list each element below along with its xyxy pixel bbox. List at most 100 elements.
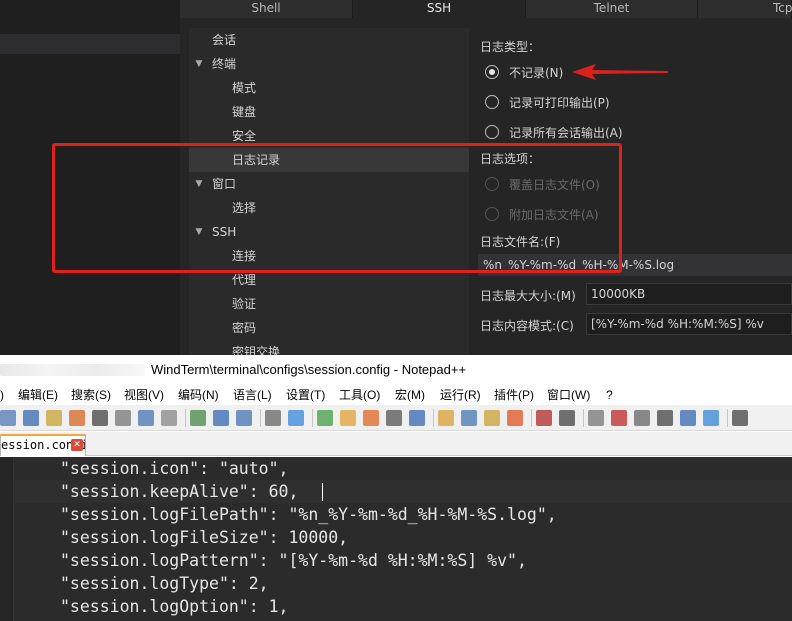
- editor-gutter: [0, 457, 14, 621]
- tree-item[interactable]: 模式: [189, 76, 469, 100]
- tree-item-label: 密码: [232, 321, 257, 335]
- tree-item[interactable]: 键盘: [189, 100, 469, 124]
- sync-v-icon[interactable]: [363, 410, 379, 426]
- tree-item[interactable]: 会话: [189, 28, 469, 52]
- print-icon[interactable]: [115, 410, 131, 426]
- tree-item-label: 键盘: [232, 105, 257, 119]
- session-sidebar-selected-row[interactable]: [0, 34, 180, 54]
- tree-item-label: 终端: [212, 57, 237, 71]
- code-line: "session.logPattern": "[%Y-%m-%d %H:%M:%…: [60, 551, 527, 570]
- menu-view[interactable]: 视图(V): [124, 385, 164, 405]
- play-icon[interactable]: [634, 410, 650, 426]
- menu-file-partial[interactable]: ): [0, 385, 4, 405]
- tree-item-label: 验证: [232, 297, 257, 311]
- code-line: "session.keepAlive": 60,: [60, 482, 299, 501]
- tree-item-label: 密钥交换: [232, 345, 281, 355]
- log-pattern-label: 日志内容模式:(C): [480, 319, 574, 333]
- red-highlight-box: [52, 143, 622, 273]
- replace-icon[interactable]: [288, 410, 304, 426]
- code-line: "session.icon": "auto",: [60, 459, 289, 478]
- log-type-label: 日志类型：: [480, 40, 541, 54]
- terminal-icon[interactable]: [732, 410, 748, 426]
- close-all-icon[interactable]: [92, 410, 108, 426]
- menu-edit[interactable]: 编辑(E): [18, 385, 58, 405]
- wrap-icon[interactable]: [409, 410, 425, 426]
- stop-icon[interactable]: [611, 410, 627, 426]
- menu-encoding[interactable]: 编码(N): [178, 385, 219, 405]
- zoom-in-icon[interactable]: [317, 410, 333, 426]
- undo-icon[interactable]: [213, 410, 229, 426]
- notepad-window: WindTerm\terminal\configs\session.config…: [0, 355, 792, 621]
- folder-icon[interactable]: [536, 410, 552, 426]
- play-multi-icon[interactable]: [657, 410, 673, 426]
- blurred-path-region: [0, 364, 145, 376]
- radio-log-printable-label: 记录可打印输出(P): [509, 96, 610, 110]
- copy-icon[interactable]: [161, 410, 177, 426]
- tree-item[interactable]: 验证: [189, 292, 469, 316]
- code-line: "session.logOption": 1,: [60, 597, 289, 616]
- monitor-icon[interactable]: [559, 410, 575, 426]
- tab-telnet[interactable]: Telnet: [526, 0, 698, 18]
- file-tab-session-config[interactable]: ession.config ✕: [0, 434, 86, 456]
- tree-item[interactable]: ▼ 终端: [189, 52, 469, 76]
- toolbar-separator: [185, 409, 186, 427]
- find-icon[interactable]: [265, 410, 281, 426]
- panel-icon[interactable]: [703, 410, 719, 426]
- save-icon[interactable]: [23, 410, 39, 426]
- tab-ssh[interactable]: SSH: [353, 0, 526, 18]
- menu-tools[interactable]: 工具(O): [339, 385, 380, 405]
- menu-macro[interactable]: 宏(M): [395, 385, 425, 405]
- toolbar-separator: [433, 409, 434, 427]
- save-macro-icon[interactable]: [680, 410, 696, 426]
- tree-item[interactable]: 密钥交换: [189, 340, 469, 355]
- menu-help[interactable]: ?: [606, 385, 613, 405]
- toolbar-separator: [531, 409, 532, 427]
- file-tab-bar: ession.config ✕: [0, 432, 792, 456]
- red-arrow-annotation: [572, 64, 668, 80]
- tree-item-label: 会话: [212, 33, 237, 47]
- menu-run[interactable]: 运行(R): [440, 385, 481, 405]
- record-icon[interactable]: [588, 410, 604, 426]
- menu-plugins[interactable]: 插件(P): [494, 385, 534, 405]
- show-all-icon[interactable]: [438, 410, 454, 426]
- indent-guide-icon[interactable]: [461, 410, 477, 426]
- log-maxsize-input[interactable]: 10000KB: [586, 283, 792, 305]
- function-list-icon[interactable]: [507, 410, 523, 426]
- open-icon[interactable]: [0, 410, 16, 426]
- menu-settings[interactable]: 设置(T): [286, 385, 325, 405]
- save-all-icon[interactable]: [46, 410, 62, 426]
- close-icon[interactable]: ✕: [71, 439, 83, 451]
- zoom-out-icon[interactable]: [340, 410, 356, 426]
- code-editor[interactable]: "session.icon": "auto", "session.keepAliv…: [0, 457, 792, 621]
- menu-search[interactable]: 搜索(S): [71, 385, 111, 405]
- tree-item-label: 模式: [232, 81, 257, 95]
- radio-log-printable-indicator[interactable]: [485, 95, 499, 109]
- toolbar-separator: [583, 409, 584, 427]
- paste-icon[interactable]: [190, 410, 206, 426]
- radio-no-log-label: 不记录(N): [509, 66, 564, 80]
- notepad-title-bar: WindTerm\terminal\configs\session.config…: [0, 355, 792, 385]
- redo-icon[interactable]: [236, 410, 252, 426]
- tab-shell[interactable]: Shell: [180, 0, 353, 18]
- log-maxsize-label: 日志最大大小:(M): [480, 289, 576, 303]
- text-caret: [322, 483, 323, 501]
- radio-log-all-label: 记录所有会话输出(A): [509, 126, 623, 140]
- sync-h-icon[interactable]: [386, 410, 402, 426]
- menu-language[interactable]: 语言(L): [233, 385, 272, 405]
- window-title: WindTerm\terminal\configs\session.config…: [151, 362, 467, 377]
- toolbar-separator: [727, 409, 728, 427]
- menu-window[interactable]: 窗口(W): [547, 385, 590, 405]
- tab-tcp[interactable]: Tcp: [698, 0, 792, 18]
- log-pattern-input[interactable]: [%Y-%m-%d %H:%M:%S] %v: [586, 313, 792, 335]
- chevron-down-icon[interactable]: ▼: [194, 52, 204, 76]
- radio-no-log-indicator[interactable]: [485, 65, 499, 79]
- code-line: "session.logType": 2,: [60, 574, 269, 593]
- doc-map-icon[interactable]: [484, 410, 500, 426]
- code-line: "session.logFilePath": "%n_%Y-%m-%d_%H-%…: [60, 505, 557, 524]
- close-icon[interactable]: [69, 410, 85, 426]
- cut-icon[interactable]: [138, 410, 154, 426]
- protocol-tabs: Shell SSH Telnet Tcp: [180, 0, 792, 18]
- toolbar: [0, 405, 792, 431]
- tree-item[interactable]: 密码: [189, 316, 469, 340]
- radio-log-all-indicator[interactable]: [485, 125, 499, 139]
